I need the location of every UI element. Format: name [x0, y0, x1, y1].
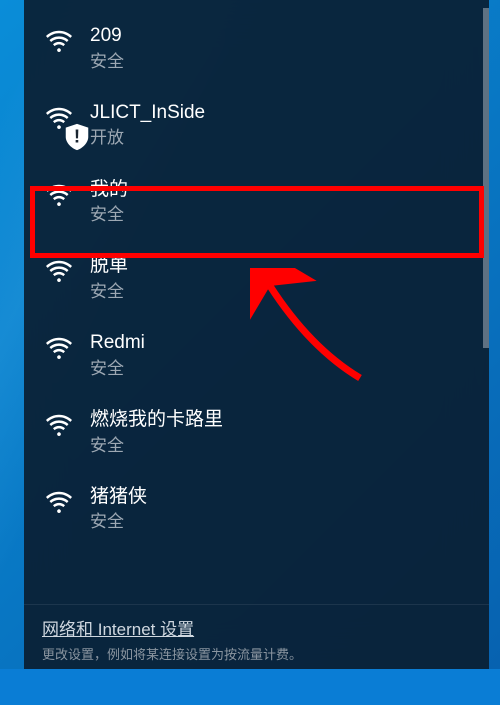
shield-warning-icon: ! — [62, 122, 76, 136]
network-info: JLICT_InSide 开放 — [90, 101, 205, 150]
network-info: Redmi 安全 — [90, 331, 145, 380]
network-settings-description: 更改设置，例如将某连接设置为按流量计费。 — [42, 644, 471, 663]
network-info: 燃烧我的卡路里 安全 — [90, 408, 223, 457]
wifi-network-item[interactable]: 209 安全 — [24, 10, 489, 87]
network-security-label: 安全 — [90, 281, 128, 303]
network-settings-link[interactable]: 网络和 Internet 设置 — [42, 615, 471, 640]
wifi-network-item[interactable]: 脱单 安全 — [24, 240, 489, 317]
network-security-label: 安全 — [90, 435, 223, 457]
wifi-signal-icon — [44, 181, 74, 211]
flyout-footer: 网络和 Internet 设置 更改设置，例如将某连接设置为按流量计费。 — [24, 604, 489, 669]
wifi-network-item[interactable]: Redmi 安全 — [24, 317, 489, 394]
network-flyout-panel: 209 安全 ! JLICT_InSide 开放 我的 安全 — [24, 0, 489, 669]
wifi-signal-icon — [44, 257, 74, 287]
network-name: JLICT_InSide — [90, 101, 205, 126]
network-security-label: 安全 — [90, 51, 124, 73]
network-info: 脱单 安全 — [90, 254, 128, 303]
wifi-signal-icon — [44, 411, 74, 441]
wifi-network-item[interactable]: ! JLICT_InSide 开放 — [24, 87, 489, 164]
network-name: 猪猪侠 — [90, 485, 147, 510]
wifi-signal-icon — [44, 488, 74, 518]
svg-text:!: ! — [74, 125, 80, 146]
network-name: 脱单 — [90, 254, 128, 279]
network-security-label: 开放 — [90, 127, 205, 149]
wifi-network-item[interactable]: 燃烧我的卡路里 安全 — [24, 394, 489, 471]
wifi-network-item[interactable]: 猪猪侠 安全 — [24, 471, 489, 548]
network-name: 我的 — [90, 178, 128, 203]
network-name: 燃烧我的卡路里 — [90, 408, 223, 433]
network-security-label: 安全 — [90, 204, 128, 226]
network-name: Redmi — [90, 331, 145, 356]
wifi-signal-icon — [44, 27, 74, 57]
network-info: 猪猪侠 安全 — [90, 485, 147, 534]
network-security-label: 安全 — [90, 511, 147, 533]
network-security-label: 安全 — [90, 358, 145, 380]
network-info: 我的 安全 — [90, 178, 128, 227]
wifi-network-item[interactable]: 我的 安全 — [24, 164, 489, 241]
network-info: 209 安全 — [90, 24, 124, 73]
network-name: 209 — [90, 24, 124, 49]
wifi-signal-open-icon: ! — [44, 104, 74, 134]
wifi-signal-icon — [44, 334, 74, 364]
wifi-network-list[interactable]: 209 安全 ! JLICT_InSide 开放 我的 安全 — [24, 0, 489, 604]
